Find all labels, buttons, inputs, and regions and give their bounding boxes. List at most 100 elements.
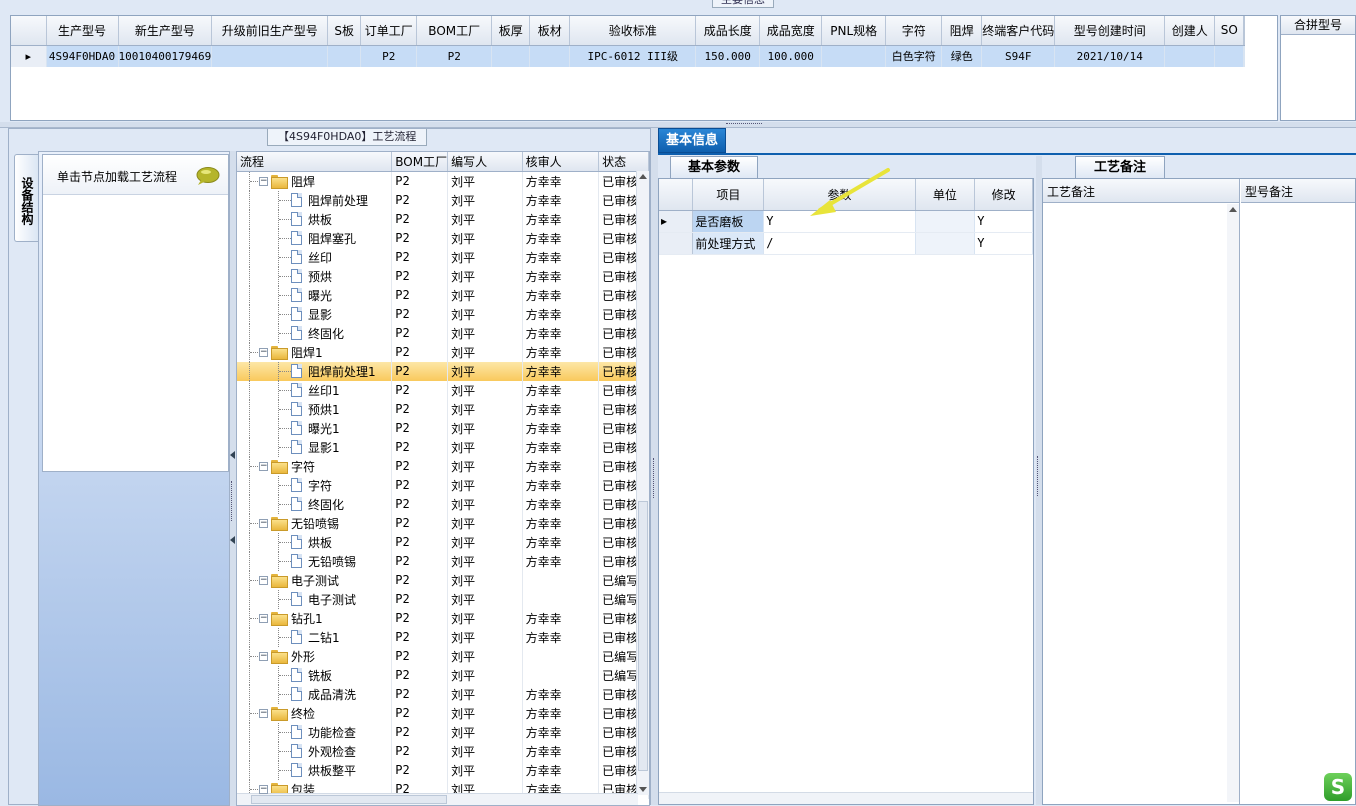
collapse-toggle-icon[interactable]: − xyxy=(259,347,268,357)
tree-cell-bom[interactable]: P2 xyxy=(391,722,449,742)
merge-model-panel[interactable]: 合拼型号 xyxy=(1280,15,1356,121)
tree-cell-reviewer[interactable]: 方幸幸 xyxy=(522,342,600,362)
column-header[interactable]: 订单工厂 xyxy=(360,16,418,46)
tree-cell-bom[interactable]: P2 xyxy=(391,399,449,419)
tree-cell-reviewer[interactable]: 方幸幸 xyxy=(522,608,600,628)
tree-row[interactable]: 电子测试 P2 刘平 已编写 xyxy=(237,589,649,609)
table-cell[interactable]: P2 xyxy=(360,45,418,67)
tree-node[interactable]: − 阻焊1 xyxy=(240,342,391,362)
tree-cell-writer[interactable]: 刘平 xyxy=(447,266,523,286)
table-row[interactable]: ▸ 4S94F0HDA0 10010400179469 P2 P2 IPC-6012 II… xyxy=(11,45,1246,67)
tree-cell-reviewer[interactable]: 方幸幸 xyxy=(522,171,600,191)
tree-node-cell[interactable]: 显影1 xyxy=(237,437,393,457)
tree-cell-reviewer[interactable]: 方幸幸 xyxy=(522,741,600,761)
tree-node[interactable]: 电子测试 xyxy=(240,589,391,609)
tree-cell-bom[interactable]: P2 xyxy=(391,209,449,229)
scroll-thumb[interactable] xyxy=(251,795,447,804)
tree-row[interactable]: 丝印 P2 刘平 方幸幸 已审核 xyxy=(237,247,649,267)
tree-cell-reviewer[interactable]: 方幸幸 xyxy=(522,684,600,704)
column-header[interactable]: 状态 xyxy=(598,152,649,172)
tree-cell-bom[interactable]: P2 xyxy=(391,551,449,571)
column-header[interactable]: 流程 xyxy=(237,152,393,172)
table-cell[interactable]: 150.000 xyxy=(695,45,761,67)
tree-cell-bom[interactable]: P2 xyxy=(391,665,449,685)
tree-row[interactable]: 丝印1 P2 刘平 方幸幸 已审核 xyxy=(237,380,649,400)
tree-node[interactable]: 终固化 xyxy=(240,323,391,343)
column-header[interactable]: PNL规格 xyxy=(821,16,887,46)
tree-horizontal-scrollbar[interactable] xyxy=(237,793,638,805)
params-modify[interactable]: Y xyxy=(974,232,1033,255)
tree-cell-reviewer[interactable]: 方幸幸 xyxy=(522,513,600,533)
tree-node-cell[interactable]: − 无铅喷锡 xyxy=(237,513,393,533)
tree-cell-reviewer[interactable]: 方幸幸 xyxy=(522,722,600,742)
scroll-thumb[interactable] xyxy=(638,501,648,771)
tree-node-cell[interactable]: 成品清洗 xyxy=(237,684,393,704)
tree-row[interactable]: 烘板整平 P2 刘平 方幸幸 已审核 xyxy=(237,760,649,780)
tree-cell-bom[interactable]: P2 xyxy=(391,304,449,324)
tree-node[interactable]: 终固化 xyxy=(240,494,391,514)
tree-cell-writer[interactable]: 刘平 xyxy=(447,532,523,552)
tab-process-notes[interactable]: 工艺备注 xyxy=(1075,156,1165,178)
table-cell[interactable]: P2 xyxy=(416,45,493,67)
tree-node-cell[interactable]: − 钻孔1 xyxy=(237,608,393,628)
table-cell[interactable] xyxy=(821,45,887,67)
tree-cell-bom[interactable]: P2 xyxy=(391,760,449,780)
table-cell[interactable] xyxy=(529,45,571,67)
tree-node-cell[interactable]: 丝印 xyxy=(237,247,393,267)
column-header[interactable]: BOM工厂 xyxy=(391,152,449,172)
column-header[interactable]: 核审人 xyxy=(522,152,600,172)
tree-cell-writer[interactable]: 刘平 xyxy=(447,323,523,343)
tree-row[interactable]: 阻焊前处理 P2 刘平 方幸幸 已审核 xyxy=(237,190,649,210)
tree-row[interactable]: 阻焊塞孔 P2 刘平 方幸幸 已审核 xyxy=(237,228,649,248)
tree-node[interactable]: 预烘1 xyxy=(240,399,391,419)
tree-cell-writer[interactable]: 刘平 xyxy=(447,627,523,647)
tree-row[interactable]: 成品清洗 P2 刘平 方幸幸 已审核 xyxy=(237,684,649,704)
column-header[interactable]: 修改 xyxy=(974,179,1033,211)
tree-row[interactable]: 终固化 P2 刘平 方幸幸 已审核 xyxy=(237,323,649,343)
table-cell[interactable] xyxy=(1164,45,1216,67)
tree-node[interactable]: 成品清洗 xyxy=(240,684,391,704)
scroll-down-icon[interactable] xyxy=(639,787,647,792)
params-horizontal-scrollbar[interactable] xyxy=(659,792,1033,804)
column-header[interactable]: 生产型号 xyxy=(46,16,119,46)
tree-cell-reviewer[interactable]: 方幸幸 xyxy=(522,380,600,400)
tree-row[interactable]: − 无铅喷锡 P2 刘平 方幸幸 已审核 xyxy=(237,513,649,533)
tree-node[interactable]: − 外形 xyxy=(240,646,391,666)
tree-node[interactable]: − 阻焊 xyxy=(240,171,391,191)
tree-row[interactable]: − 钻孔1 P2 刘平 方幸幸 已审核 xyxy=(237,608,649,628)
tree-row[interactable]: 曝光1 P2 刘平 方幸幸 已审核 xyxy=(237,418,649,438)
column-header[interactable]: 型号创建时间 xyxy=(1054,16,1166,46)
tree-cell-bom[interactable]: P2 xyxy=(391,171,449,191)
tree-cell-reviewer[interactable]: 方幸幸 xyxy=(522,760,600,780)
tree-node[interactable]: 预烘 xyxy=(240,266,391,286)
tree-node-cell[interactable]: 预烘 xyxy=(237,266,393,286)
tree-node-cell[interactable]: 烘板整平 xyxy=(237,760,393,780)
tree-cell-writer[interactable]: 刘平 xyxy=(447,703,523,723)
tree-node[interactable]: 烘板 xyxy=(240,209,391,229)
tree-node[interactable]: − 电子测试 xyxy=(240,570,391,590)
tree-row[interactable]: − 电子测试 P2 刘平 已编写 xyxy=(237,570,649,590)
tree-cell-bom[interactable]: P2 xyxy=(391,247,449,267)
tree-row[interactable]: 烘板 P2 刘平 方幸幸 已审核 xyxy=(237,209,649,229)
tree-row[interactable]: 终固化 P2 刘平 方幸幸 已审核 xyxy=(237,494,649,514)
tree-cell-bom[interactable]: P2 xyxy=(391,190,449,210)
tree-cell-reviewer[interactable]: 方幸幸 xyxy=(522,399,600,419)
tree-node[interactable]: 无铅喷锡 xyxy=(240,551,391,571)
params-item[interactable]: 是否磨板 xyxy=(692,210,765,233)
column-header[interactable]: 验收标准 xyxy=(569,16,697,46)
tree-cell-writer[interactable]: 刘平 xyxy=(447,437,523,457)
column-header[interactable]: 字符 xyxy=(885,16,943,46)
tree-cell-writer[interactable]: 刘平 xyxy=(447,380,523,400)
tree-cell-bom[interactable]: P2 xyxy=(391,342,449,362)
table-cell[interactable]: 10010400179469 xyxy=(118,45,213,67)
tree-cell-writer[interactable]: 刘平 xyxy=(447,741,523,761)
process-note-box[interactable]: 工艺备注 xyxy=(1043,179,1240,804)
tree-cell-reviewer[interactable]: 方幸幸 xyxy=(522,475,600,495)
model-note-box[interactable]: 型号备注 xyxy=(1241,179,1355,804)
tree-node-cell[interactable]: 丝印1 xyxy=(237,380,393,400)
tree-cell-writer[interactable]: 刘平 xyxy=(447,494,523,514)
tree-node-cell[interactable]: 烘板 xyxy=(237,532,393,552)
tree-cell-writer[interactable]: 刘平 xyxy=(447,570,523,590)
tree-cell-reviewer[interactable]: 方幸幸 xyxy=(522,532,600,552)
tree-node-cell[interactable]: − 外形 xyxy=(237,646,393,666)
